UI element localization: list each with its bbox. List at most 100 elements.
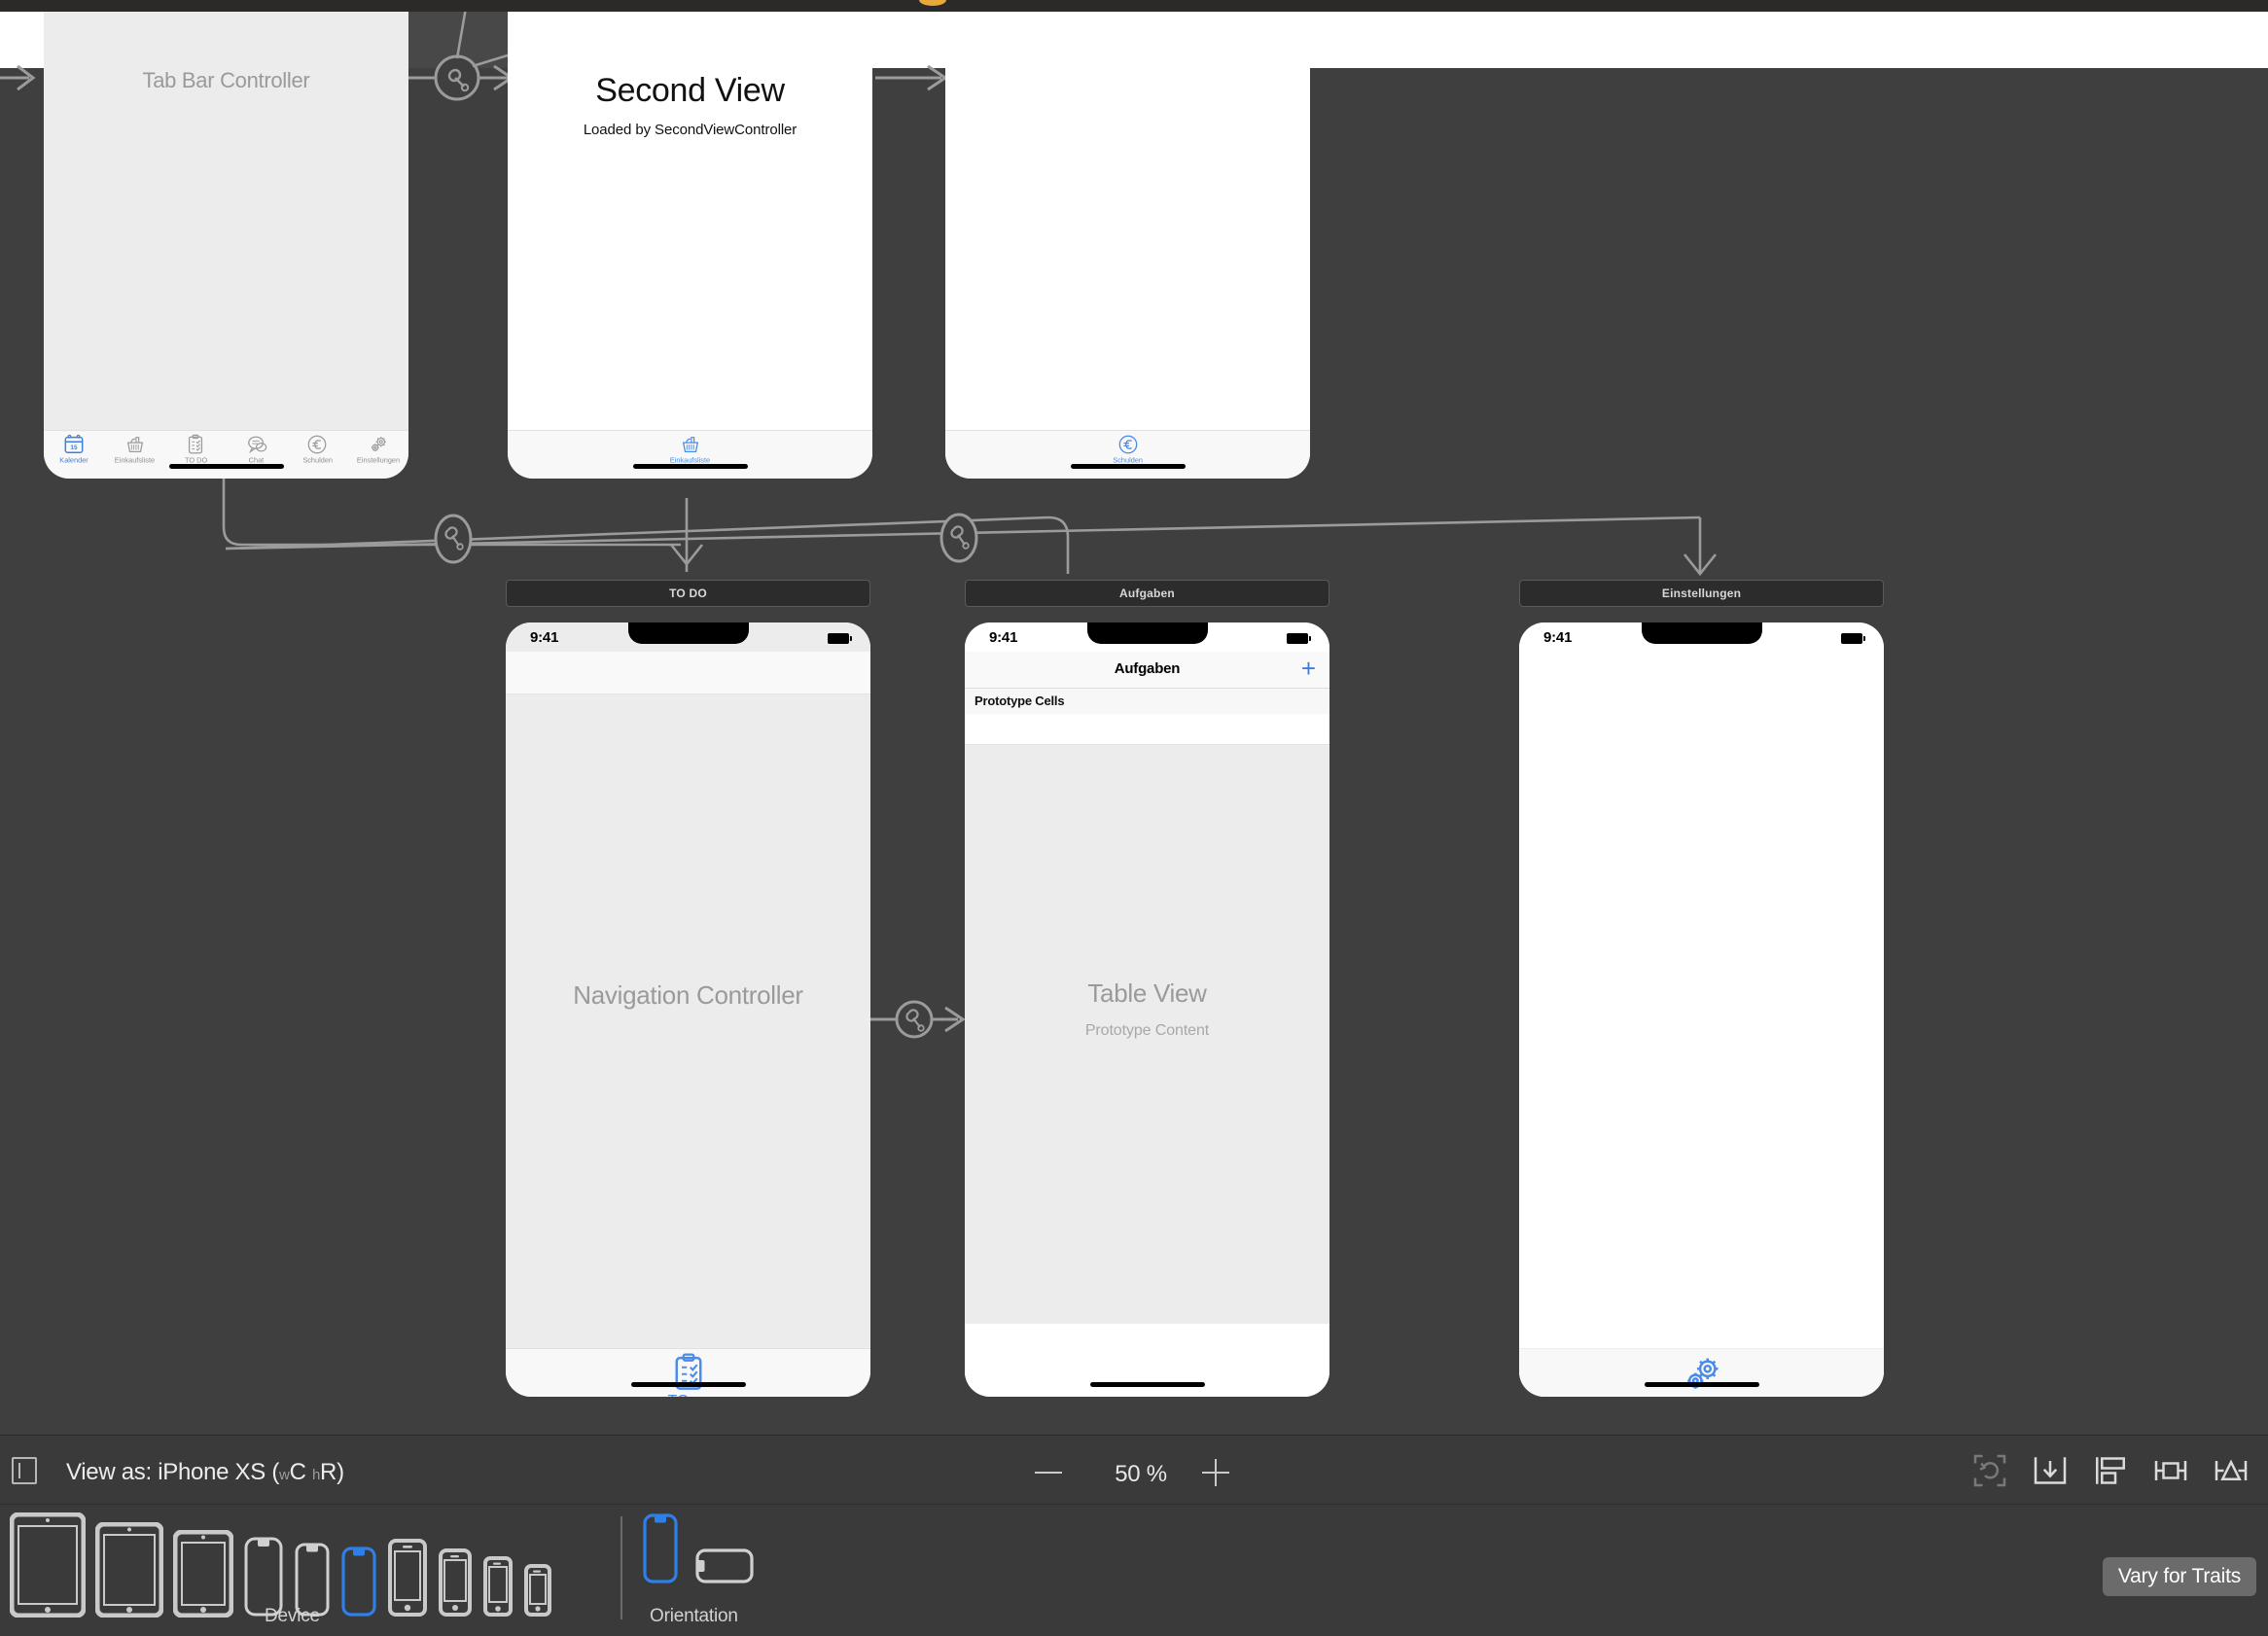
device-iphone-se[interactable] bbox=[482, 1555, 514, 1618]
window-chrome-strip bbox=[0, 0, 2268, 12]
calendar-icon: 15 bbox=[64, 434, 84, 453]
table-view-title: Table View bbox=[1087, 978, 1207, 1008]
orientation-portrait[interactable] bbox=[642, 1512, 679, 1584]
tab-einkaufsliste[interactable]: Einkaufsliste bbox=[115, 434, 156, 465]
second-view-subtitle: Loaded by SecondViewController bbox=[583, 122, 797, 138]
scene-tab-bar-controller[interactable]: Tab Bar Controller 15 Kalender Einkaufsl… bbox=[44, 12, 408, 479]
device-ipad-mini[interactable] bbox=[173, 1530, 233, 1618]
xcode-storyboard-canvas: Tab Bar Controller 15 Kalender Einkaufsl… bbox=[0, 0, 2268, 1636]
view-as-label[interactable]: View as: iPhone XS (wC hR) bbox=[66, 1459, 344, 1486]
zoom-in-button[interactable] bbox=[1196, 1453, 1235, 1492]
align-icon[interactable] bbox=[2091, 1451, 2130, 1490]
battery-icon bbox=[828, 633, 852, 644]
chat-bubbles-icon bbox=[247, 436, 266, 454]
tabbar-schulden-view[interactable]: Schulden bbox=[945, 430, 1310, 479]
tab-einstellungen-selected[interactable]: Einstellungen bbox=[1680, 1352, 1724, 1397]
table-section-header-text: Prototype Cells bbox=[975, 694, 1065, 708]
update-frames-icon bbox=[1973, 1454, 2006, 1487]
schulden-view-phone[interactable]: Schulden bbox=[945, 12, 1310, 479]
orientation-caption: Orientation bbox=[650, 1606, 738, 1626]
home-indicator bbox=[630, 1382, 746, 1387]
tab-bar-controller-phone[interactable]: Tab Bar Controller 15 Kalender Einkaufsl… bbox=[44, 12, 408, 479]
tab-chat[interactable]: Chat bbox=[236, 434, 277, 465]
shopping-basket-icon bbox=[682, 437, 698, 452]
tab-todo-selected[interactable]: TO DO bbox=[668, 1352, 709, 1397]
home-indicator bbox=[1089, 1382, 1205, 1387]
gears-icon bbox=[371, 437, 386, 452]
tab-schulden-label: Schulden bbox=[301, 456, 333, 465]
device-list[interactable] bbox=[10, 1512, 552, 1618]
tab-kalender[interactable]: 15 Kalender bbox=[53, 434, 94, 465]
second-view-phone[interactable]: Second View Loaded by SecondViewControll… bbox=[508, 12, 872, 479]
add-button[interactable]: + bbox=[1301, 656, 1316, 681]
home-indicator bbox=[168, 464, 284, 469]
tab-schulden[interactable]: Schulden bbox=[297, 434, 337, 465]
status-bar: 9:41 bbox=[965, 622, 1329, 652]
storyboard-canvas[interactable]: Tab Bar Controller 15 Kalender Einkaufsl… bbox=[0, 12, 2268, 1435]
tabbar-todo-scene[interactable]: TO DO bbox=[506, 1348, 870, 1397]
battery-icon bbox=[1287, 633, 1311, 644]
orientation-list[interactable] bbox=[642, 1512, 755, 1584]
tab-einstellungen[interactable]: Einstellungen bbox=[357, 434, 400, 465]
table-view-subtitle: Prototype Content bbox=[1084, 1022, 1210, 1039]
scene-label-aufgaben[interactable]: Aufgaben bbox=[965, 580, 1329, 607]
second-view-title: Second View bbox=[595, 72, 785, 109]
table-view-body[interactable]: Table View Prototype Content bbox=[965, 745, 1329, 1324]
view-as-toggle-icon[interactable] bbox=[12, 1457, 37, 1484]
view-as-w: w bbox=[279, 1467, 290, 1483]
zoom-out-button[interactable] bbox=[1029, 1453, 1068, 1492]
home-indicator bbox=[632, 464, 748, 469]
view-as-h: h bbox=[311, 1467, 321, 1483]
status-time: 9:41 bbox=[989, 629, 1018, 646]
embed-in-icon[interactable] bbox=[2031, 1451, 2070, 1490]
scene-label-einstellungen[interactable]: Einstellungen bbox=[1519, 580, 1884, 607]
einstellungen-phone[interactable]: 9:41 bbox=[1519, 622, 1884, 1397]
aufgaben-bottom-area bbox=[965, 1356, 1329, 1397]
view-as-width-class: C bbox=[289, 1459, 306, 1485]
table-section-header: Prototype Cells bbox=[965, 689, 1329, 714]
todo-navbar-placeholder bbox=[506, 652, 870, 694]
tabbar-second-view[interactable]: Einkaufsliste bbox=[508, 430, 872, 479]
scene-schulden-view[interactable]: Schulden bbox=[945, 12, 1310, 479]
autolayout-toolbar bbox=[1970, 1451, 2250, 1490]
scene-aufgaben-table-view[interactable]: Aufgaben 9:41 Aufgaben + Prototype Cells bbox=[965, 580, 1329, 1397]
table-footer bbox=[965, 1324, 1329, 1356]
status-time: 9:41 bbox=[530, 629, 559, 646]
device-ipad-pro-12[interactable] bbox=[10, 1512, 86, 1618]
minimize-dot[interactable] bbox=[919, 0, 946, 6]
aufgaben-table-phone[interactable]: 9:41 Aufgaben + Prototype Cells Table Vi… bbox=[965, 622, 1329, 1397]
device-iphone-8[interactable] bbox=[438, 1547, 473, 1618]
view-as-suffix: ) bbox=[337, 1459, 344, 1485]
scene-einstellungen[interactable]: Einstellungen 9:41 bbox=[1519, 580, 1884, 1397]
device-iphone-8-plus[interactable] bbox=[387, 1538, 428, 1618]
vary-for-traits-button[interactable]: Vary for Traits bbox=[2102, 1557, 2256, 1596]
resolve-issues-icon[interactable] bbox=[2212, 1451, 2250, 1490]
status-bar: 9:41 bbox=[1519, 622, 1884, 652]
tab-einkaufsliste-label: Einkaufsliste bbox=[115, 456, 156, 465]
navigation-bar[interactable]: Aufgaben + bbox=[965, 652, 1329, 689]
navigation-controller-title: Navigation Controller bbox=[573, 980, 803, 1010]
tabbar-einstellungen-scene[interactable]: Einstellungen bbox=[1519, 1348, 1884, 1397]
scene-todo-navigation-controller[interactable]: TO DO 9:41 Navigation Controller bbox=[506, 580, 870, 1397]
prototype-cell[interactable] bbox=[965, 714, 1329, 745]
tab-einkaufsliste-selected[interactable]: Einkaufsliste bbox=[670, 434, 711, 465]
todo-navigation-phone[interactable]: 9:41 Navigation Controller bbox=[506, 622, 870, 1397]
scene-label-einstellungen-text: Einstellungen bbox=[1661, 587, 1742, 600]
tab-kalender-label: Kalender bbox=[59, 456, 89, 465]
home-indicator bbox=[1070, 464, 1186, 469]
device-ipad-pro-10[interactable] bbox=[95, 1522, 163, 1618]
status-bar: 9:41 bbox=[506, 622, 870, 652]
scene-second-view[interactable]: Second View Loaded by SecondViewControll… bbox=[508, 12, 872, 479]
tab-todo[interactable]: TO DO bbox=[175, 434, 216, 465]
tabbar-main[interactable]: 15 Kalender Einkaufsliste TO DO Chat Sch… bbox=[44, 430, 408, 479]
add-constraints-icon[interactable] bbox=[2151, 1451, 2190, 1490]
device-iphone-xs[interactable] bbox=[340, 1546, 377, 1618]
battery-icon bbox=[1841, 633, 1865, 644]
tab-schulden-selected[interactable]: Schulden bbox=[1108, 434, 1149, 465]
shopping-basket-icon bbox=[126, 437, 143, 452]
nav-title: Aufgaben bbox=[1114, 660, 1181, 677]
scene-label-todo[interactable]: TO DO bbox=[506, 580, 870, 607]
orientation-landscape[interactable] bbox=[694, 1547, 755, 1584]
device-caption: Device bbox=[265, 1606, 320, 1626]
device-iphone-4s[interactable] bbox=[523, 1563, 552, 1618]
